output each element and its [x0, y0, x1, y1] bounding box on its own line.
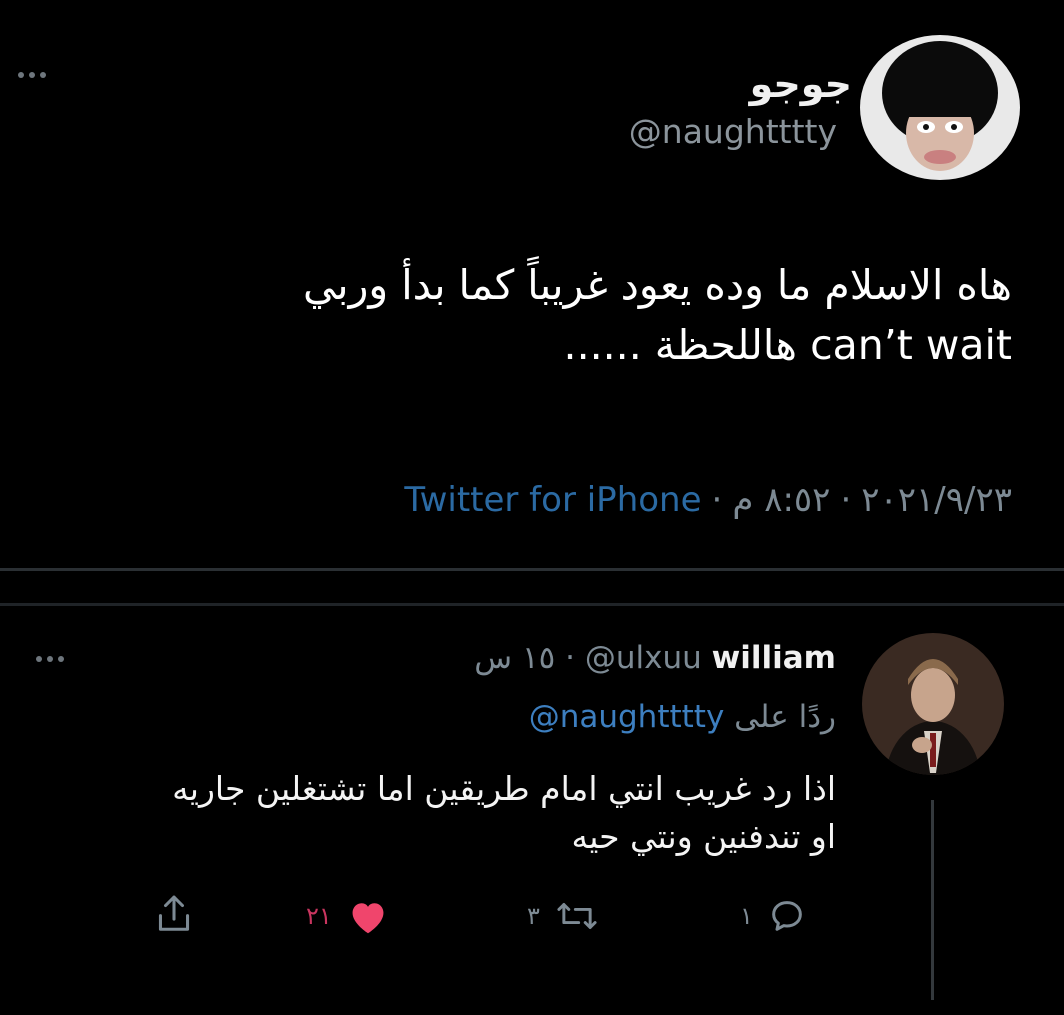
reply-more-options-button[interactable]	[36, 656, 64, 662]
reply-author-handle[interactable]: @ulxuu	[585, 640, 702, 676]
author-name[interactable]: جوجو	[750, 62, 852, 106]
avatar-image	[860, 35, 1020, 180]
share-button[interactable]	[155, 892, 193, 936]
author-handle[interactable]: @naughtttty	[629, 112, 837, 151]
heart-icon	[352, 903, 384, 934]
tweet-source-link[interactable]: Twitter for iPhone	[404, 480, 701, 520]
tweet-text-line: can’t wait هاللحظة ......	[563, 321, 1012, 370]
divider	[0, 568, 1064, 571]
more-dot-icon	[58, 656, 64, 662]
share-icon	[158, 895, 190, 931]
reply-actions-bar: ١ ٣ ٢١	[0, 888, 1064, 948]
reply-author-name[interactable]: william	[712, 640, 836, 676]
main-tweet[interactable]: جوجو @naughtttty هاه الاسلام ما وده يعود…	[0, 0, 1064, 585]
tweet-text-line: هاه الاسلام ما وده يعود غريباً كما بدأ و…	[302, 261, 1012, 309]
more-dot-icon	[36, 656, 42, 662]
reply-separator: ·	[565, 640, 575, 676]
reply-header: william @ulxuu · ١٥ س	[474, 640, 836, 676]
comment-icon	[772, 901, 802, 931]
tweet-time: ٨:٥٢ م	[732, 480, 831, 520]
tweet-text: هاه الاسلام ما وده يعود غريباً كما بدأ و…	[22, 255, 1012, 376]
more-options-button[interactable]	[18, 72, 46, 78]
screen: جوجو @naughtttty هاه الاسلام ما وده يعود…	[0, 0, 1064, 1015]
more-dot-icon	[40, 72, 46, 78]
like-count: ٢١	[306, 902, 332, 930]
tweet-metadata: ٢٠٢١/٩/٢٣·٨:٥٢ م·Twitter for iPhone	[404, 480, 1012, 520]
like-button[interactable]: ٢١	[306, 896, 390, 936]
retweet-count: ٣	[527, 902, 540, 930]
meta-separator: ·	[711, 480, 723, 520]
author-avatar[interactable]	[860, 35, 1020, 180]
replying-to-handle[interactable]: @naughtttty	[529, 699, 725, 735]
reply-button[interactable]: ١	[740, 896, 807, 936]
tweet-date: ٢٠٢١/٩/٢٣	[861, 480, 1012, 520]
reply-count: ١	[740, 902, 753, 930]
reply-avatar-image	[862, 633, 1004, 775]
reply-text-line: او تندفنين ونتي حيه	[571, 816, 836, 856]
more-dot-icon	[18, 72, 24, 78]
more-dot-icon	[47, 656, 53, 662]
retweet-icon	[557, 903, 597, 929]
reply-text-line: اذا رد غريب انتي امام طريقين اما تشتغلين…	[172, 769, 836, 808]
replying-to-label: ردًا على	[734, 699, 836, 735]
replying-to: ردًا على @naughtttty	[529, 699, 836, 735]
more-dot-icon	[29, 72, 35, 78]
reply-author-avatar[interactable]	[862, 633, 1004, 775]
reply-text: اذا رد غريب انتي امام طريقين اما تشتغلين…	[36, 765, 836, 861]
reply-age: ١٥ س	[474, 640, 556, 676]
retweet-button[interactable]: ٣	[527, 896, 600, 936]
meta-separator: ·	[840, 480, 852, 520]
